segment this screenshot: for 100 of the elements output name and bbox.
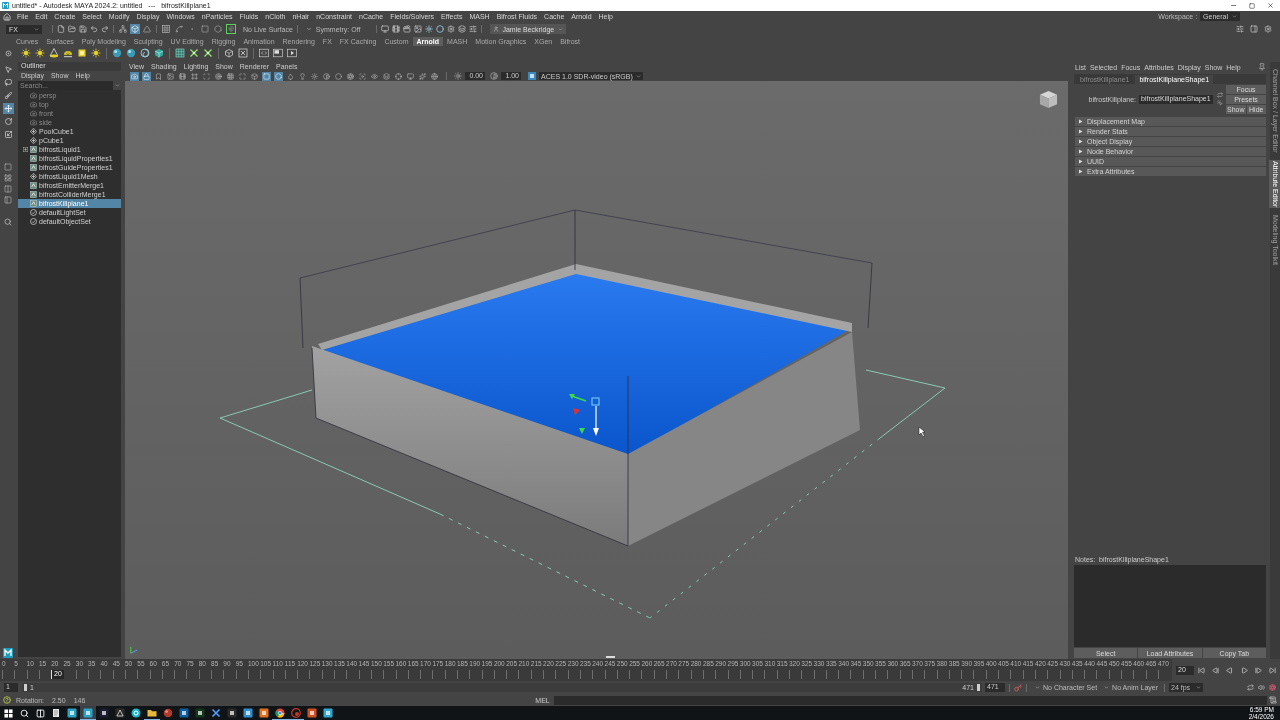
lightbulb-icon[interactable] — [298, 71, 307, 81]
two-view-icon[interactable] — [4, 185, 12, 193]
range-handle-icon[interactable] — [977, 684, 980, 691]
triangle-right-icon[interactable] — [1078, 149, 1083, 154]
swirl-icon[interactable] — [140, 48, 150, 58]
sun-icon[interactable] — [454, 72, 462, 80]
app-logo-icon[interactable] — [3, 648, 13, 658]
home-icon[interactable] — [3, 12, 11, 21]
globe-icon[interactable] — [430, 71, 439, 81]
clapperboard-icon[interactable] — [403, 25, 412, 33]
triangle-right-icon[interactable] — [1078, 129, 1083, 134]
pin-icon[interactable] — [1258, 63, 1266, 71]
single-view-icon[interactable] — [4, 163, 12, 171]
eye-icon[interactable] — [370, 71, 379, 81]
triangle-icon[interactable] — [142, 24, 152, 34]
caret-icon[interactable] — [305, 26, 312, 32]
move-manipulator-icon[interactable] — [569, 394, 600, 436]
time-slider[interactable] — [0, 659, 1172, 681]
close-icon[interactable] — [1267, 2, 1274, 9]
panel-icon[interactable] — [1250, 25, 1258, 33]
lasso-icon[interactable] — [2, 77, 14, 88]
go-to-start-icon[interactable] — [1197, 666, 1205, 674]
droplet-icon[interactable] — [286, 71, 295, 81]
hierarchy-icon[interactable] — [118, 24, 128, 34]
sphere-icon[interactable] — [126, 48, 136, 58]
aperture-icon[interactable] — [346, 71, 355, 81]
square-light-icon[interactable] — [77, 48, 87, 58]
cross-arrows-icon[interactable] — [203, 48, 213, 58]
undo-icon[interactable] — [90, 25, 98, 33]
code-icon[interactable] — [259, 48, 269, 58]
focus-icon[interactable] — [358, 71, 367, 81]
four-view-icon[interactable] — [4, 174, 12, 182]
play-icon[interactable] — [1240, 666, 1248, 674]
sparkles-icon[interactable] — [418, 71, 427, 81]
monitor-icon[interactable] — [381, 25, 390, 33]
dome-icon[interactable] — [63, 48, 73, 58]
triangle-right-icon[interactable] — [1078, 119, 1083, 124]
sliders-icon[interactable] — [469, 25, 478, 33]
contrast-icon[interactable] — [322, 71, 331, 81]
redo-icon[interactable] — [101, 25, 109, 33]
loop-icon[interactable] — [1247, 684, 1254, 691]
hexagon-icon[interactable] — [213, 24, 223, 34]
play-backward-icon[interactable] — [1226, 666, 1234, 674]
target-icon[interactable] — [214, 71, 223, 81]
grid-icon[interactable] — [175, 48, 185, 58]
move-icon[interactable] — [2, 103, 14, 114]
pointer-click-icon[interactable] — [1217, 100, 1223, 106]
framed-cross-icon[interactable] — [238, 48, 248, 58]
gear-icon[interactable] — [447, 25, 456, 33]
range-handle-icon[interactable] — [24, 684, 27, 691]
sun-icon[interactable] — [91, 48, 101, 58]
triangle-right-icon[interactable] — [1078, 159, 1083, 164]
scale-icon[interactable] — [2, 129, 14, 140]
task-view-icon[interactable] — [36, 708, 45, 718]
open-folder-icon[interactable] — [68, 25, 76, 33]
new-file-icon[interactable] — [57, 25, 65, 33]
paint-brush-icon[interactable] — [2, 90, 14, 101]
cube-outline-icon[interactable] — [224, 48, 234, 58]
cross-arrows-icon[interactable] — [189, 48, 199, 58]
layers-icon[interactable] — [382, 71, 391, 81]
go-to-end-icon[interactable] — [1269, 666, 1277, 674]
settings-icon[interactable] — [1264, 25, 1272, 33]
triangle-right-icon[interactable] — [1078, 169, 1083, 174]
step-back-icon[interactable] — [1212, 666, 1219, 674]
circle-icon[interactable] — [334, 71, 343, 81]
cube-icon[interactable] — [250, 71, 259, 81]
sliders-icon[interactable] — [1236, 25, 1244, 33]
cube-icon[interactable] — [154, 48, 164, 58]
film-icon[interactable] — [178, 71, 187, 81]
sun-icon[interactable] — [21, 48, 31, 58]
monitor-icon[interactable] — [406, 71, 415, 81]
triangle-right-icon[interactable] — [1078, 139, 1083, 144]
shelf-options-icon[interactable] — [5, 49, 12, 57]
image-icon[interactable] — [414, 25, 423, 33]
panel-icon[interactable] — [273, 48, 283, 58]
refresh-icon[interactable] — [1217, 92, 1223, 98]
expand-toggle-icon[interactable] — [23, 147, 28, 152]
grid-icon[interactable] — [161, 24, 171, 34]
rotate-icon[interactable] — [2, 116, 14, 127]
film-icon[interactable] — [392, 25, 401, 33]
sphere-icon[interactable] — [112, 48, 122, 58]
square-icon[interactable] — [200, 24, 210, 34]
key-icon[interactable] — [1014, 683, 1022, 692]
start-icon[interactable] — [4, 708, 13, 718]
curve-icon[interactable] — [174, 24, 184, 34]
play-icon[interactable] — [287, 48, 297, 58]
save-icon[interactable] — [79, 25, 87, 33]
bookmark-icon[interactable] — [154, 71, 163, 81]
magnet-icon[interactable] — [226, 24, 236, 34]
sun-icon[interactable] — [425, 25, 434, 33]
minimize-icon[interactable] — [1230, 2, 1237, 9]
lock-icon[interactable] — [142, 71, 151, 81]
crosshair-icon[interactable] — [394, 71, 403, 81]
circle-icon[interactable] — [436, 25, 445, 33]
notes-field[interactable] — [1074, 565, 1266, 647]
aperture-icon[interactable] — [1269, 684, 1276, 691]
square-icon[interactable] — [262, 71, 271, 81]
script-editor-icon[interactable] — [1269, 696, 1277, 704]
view-cube-icon[interactable] — [1039, 90, 1058, 109]
contrast-icon[interactable] — [490, 72, 498, 80]
